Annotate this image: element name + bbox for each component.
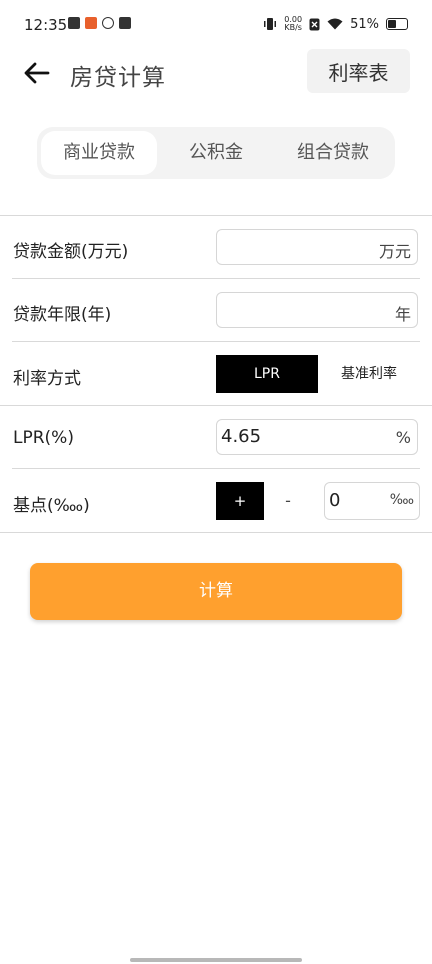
tab-housing-fund[interactable]: 公积金 <box>159 131 273 175</box>
lpr-value: 4.65 <box>221 426 262 447</box>
battery-icon <box>386 18 408 30</box>
basis-points-minus-button[interactable]: - <box>278 482 298 520</box>
app-notification-icon <box>68 17 80 29</box>
loan-term-input[interactable]: 年 <box>216 292 418 328</box>
basis-points-plus-button[interactable]: + <box>216 482 264 520</box>
divider <box>0 532 432 533</box>
mail-notification-icon <box>119 17 131 29</box>
tab-commercial-loan[interactable]: 商业贷款 <box>41 131 157 175</box>
lpr-input[interactable]: 4.65 % <box>216 419 418 455</box>
status-right: 0.00 KB/s 51% <box>263 16 408 32</box>
lpr-unit: % <box>395 428 411 447</box>
no-sim-icon <box>309 18 320 30</box>
divider <box>12 278 420 279</box>
basis-points-value: 0 <box>329 490 341 511</box>
loan-amount-unit: 万元 <box>378 242 411 261</box>
basis-points-label: 基点(‱) <box>13 496 90 516</box>
loan-amount-label: 贷款金额(万元) <box>13 242 129 262</box>
basis-points-input[interactable]: 0 ‱ <box>324 482 420 520</box>
status-bar: 12:35 0.00 KB/s 51% <box>0 0 432 52</box>
divider <box>0 405 432 406</box>
back-arrow-icon[interactable] <box>22 58 52 88</box>
rate-method-label: 利率方式 <box>13 369 81 389</box>
rate-option-lpr[interactable]: LPR <box>216 355 318 393</box>
basis-points-unit: ‱ <box>389 492 414 508</box>
notification-icons <box>68 17 131 29</box>
tab-combined-loan[interactable]: 组合贷款 <box>275 131 391 175</box>
net-speed: 0.00 KB/s <box>284 16 302 32</box>
home-indicator[interactable] <box>130 958 302 962</box>
loan-type-tabs: 商业贷款 公积金 组合贷款 <box>37 127 395 179</box>
wifi-icon <box>327 18 343 30</box>
rate-option-benchmark[interactable]: 基准利率 <box>330 355 408 393</box>
lpr-label: LPR(%) <box>13 428 74 448</box>
page-title: 房贷计算 <box>70 65 166 91</box>
net-speed-unit: KB/s <box>284 23 302 32</box>
status-time: 12:35 <box>24 16 68 34</box>
loan-amount-input[interactable]: 万元 <box>216 229 418 265</box>
link-notification-icon <box>102 17 114 29</box>
divider <box>12 468 420 469</box>
loan-term-label: 贷款年限(年) <box>13 305 112 325</box>
rate-table-button[interactable]: 利率表 <box>307 49 410 93</box>
vibrate-icon <box>264 18 277 30</box>
app-bar: 房贷计算 利率表 <box>0 49 432 94</box>
shop-notification-icon <box>85 17 97 29</box>
divider <box>12 341 420 342</box>
battery-percent: 51% <box>350 16 379 32</box>
divider <box>0 215 432 216</box>
calculate-button[interactable]: 计算 <box>30 563 402 620</box>
loan-term-unit: 年 <box>394 305 411 324</box>
